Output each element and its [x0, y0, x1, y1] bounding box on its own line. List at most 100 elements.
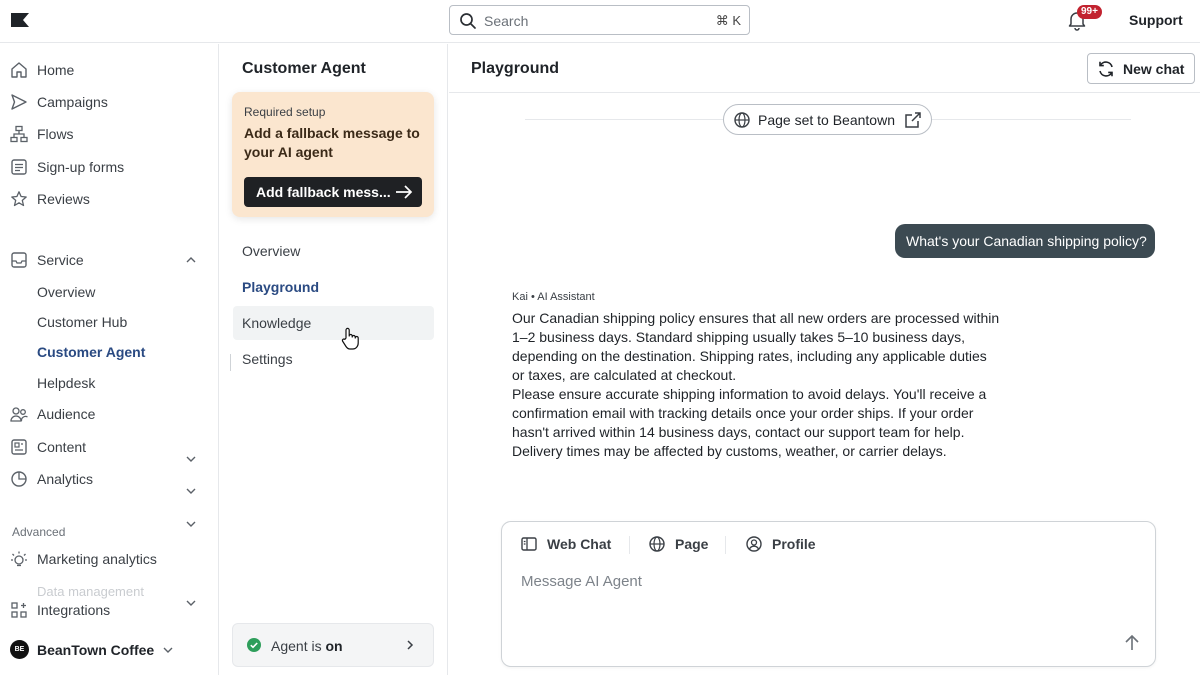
composer-tab-profile[interactable]: Profile [745, 535, 816, 553]
star-icon [11, 191, 27, 207]
hand-cursor-icon [341, 327, 359, 350]
brand-flag-icon[interactable] [10, 12, 30, 28]
sidebar-item-flows[interactable]: Flows [10, 122, 74, 146]
tab-overview[interactable]: Overview [242, 243, 300, 259]
tab-playground[interactable]: Playground [242, 279, 319, 295]
assistant-paragraph: Our Canadian shipping policy ensures tha… [512, 310, 1000, 383]
message-composer: Web Chat Page Profile Message AI Agent [501, 521, 1156, 667]
tab-knowledge[interactable]: Knowledge [242, 315, 311, 331]
notifications-badge: 99+ [1077, 5, 1102, 19]
globe-icon [649, 536, 665, 552]
page-set-pill[interactable]: Page set to Beantown [723, 104, 932, 135]
audience-icon [10, 407, 28, 422]
sidebar-item-service[interactable]: Service [10, 248, 84, 272]
composer-tab-label: Profile [772, 536, 816, 552]
composer-tab-label: Page [675, 536, 709, 552]
sidebar-subitem-helpdesk[interactable]: Helpdesk [37, 375, 95, 391]
sidebar-item-home[interactable]: Home [10, 58, 74, 82]
sidebar-item-label: Analytics [37, 471, 94, 487]
required-setup-card: Required setup Add a fallback message to… [232, 92, 434, 217]
composer-tab-label: Web Chat [547, 536, 612, 552]
send-arrow-up-icon[interactable] [1123, 634, 1141, 652]
sidebar-item-signup-forms[interactable]: Sign-up forms [10, 155, 124, 179]
message-input[interactable]: Message AI Agent [521, 573, 642, 590]
new-chat-label: New chat [1123, 61, 1185, 77]
sidebar-item-integrations[interactable]: Integrations [10, 598, 110, 622]
support-link[interactable]: Support [1129, 12, 1183, 28]
sidebar-item-analytics[interactable]: Analytics [10, 467, 93, 491]
user-message-bubble: What's your Canadian shipping policy? [895, 224, 1155, 258]
chevron-down-icon[interactable] [185, 485, 197, 497]
inbox-icon [11, 252, 27, 268]
chevron-down-icon[interactable] [185, 518, 197, 530]
composer-tab-divider [629, 536, 630, 554]
content-icon [11, 439, 27, 455]
header-divider [449, 92, 1200, 93]
sidebar-item-label: Sign-up forms [37, 159, 125, 175]
sidebar-subitem-overview[interactable]: Overview [37, 284, 95, 300]
pie-chart-icon [11, 471, 27, 487]
composer-tab-page[interactable]: Page [648, 535, 708, 553]
form-icon [11, 159, 27, 175]
sidebar-item-label: Reviews [37, 191, 90, 207]
integrations-icon [11, 602, 27, 618]
flows-icon [10, 125, 28, 143]
refresh-icon [1099, 61, 1113, 77]
sidebar-item-label: Marketing analytics [37, 551, 157, 567]
agent-status-bar[interactable]: Agent is on [232, 623, 434, 667]
sidebar-item-label: Flows [37, 126, 74, 142]
sidebar-item-data-management[interactable]: Data management [37, 584, 144, 599]
search-shortcut: ⌘ K [715, 13, 741, 28]
sidebar-item-content[interactable]: Content [10, 435, 86, 459]
chevron-up-icon[interactable] [185, 254, 197, 266]
arrow-right-icon [396, 185, 413, 199]
sidebar-subitem-customer-agent[interactable]: Customer Agent [37, 344, 145, 360]
assistant-meta: Kai • AI Assistant [512, 291, 595, 303]
chevron-right-icon [407, 640, 414, 650]
chevron-down-icon[interactable] [185, 453, 197, 465]
agent-panel: Customer Agent Required setup Add a fall… [220, 44, 448, 675]
assistant-paragraph: Please ensure accurate shipping informat… [512, 386, 987, 459]
bulb-icon [11, 551, 27, 567]
sidebar-section-advanced: Advanced [12, 525, 66, 539]
tab-settings[interactable]: Settings [242, 351, 293, 367]
setup-card-title: Add a fallback message to your AI agent [244, 125, 420, 160]
chevron-down-icon[interactable] [185, 597, 197, 609]
agent-status-prefix: Agent is [271, 638, 326, 654]
page-title: Playground [471, 60, 560, 77]
agent-status-state: on [325, 638, 343, 654]
top-bar: Search ⌘ K 99+ Support [0, 0, 1200, 43]
sidebar-item-label: Service [37, 252, 84, 268]
web-chat-icon [521, 537, 537, 551]
send-icon [11, 94, 27, 110]
agent-panel-title: Customer Agent [242, 60, 366, 77]
sidebar-item-label: Audience [37, 406, 96, 422]
account-switcher[interactable]: BE BeanTown Coffee [10, 640, 174, 659]
globe-icon [734, 112, 750, 128]
sidebar-item-label: Home [37, 62, 75, 78]
home-icon [11, 62, 27, 78]
new-chat-button[interactable]: New chat [1087, 53, 1195, 84]
setup-card-kicker: Required setup [244, 105, 326, 119]
composer-tab-web-chat[interactable]: Web Chat [520, 535, 611, 553]
account-avatar: BE [10, 640, 29, 659]
chevron-down-icon [163, 647, 173, 653]
sidebar-item-marketing-analytics[interactable]: Marketing analytics [10, 547, 157, 571]
sidebar: Home Campaigns Flows Sign-up forms Revie… [0, 44, 219, 675]
search-bar[interactable]: Search ⌘ K [449, 5, 750, 35]
agent-status-text: Agent is on [271, 638, 343, 654]
composer-tab-divider [725, 536, 726, 554]
account-name: BeanTown Coffee [37, 641, 155, 658]
sidebar-item-audience[interactable]: Audience [10, 402, 95, 426]
search-icon [459, 12, 477, 30]
sidebar-item-reviews[interactable]: Reviews [10, 187, 90, 211]
assistant-message: Our Canadian shipping policy ensures tha… [512, 309, 1002, 461]
external-link-icon [905, 112, 921, 128]
sidebar-subitem-customer-hub[interactable]: Customer Hub [37, 314, 127, 330]
add-fallback-button[interactable]: Add fallback mess... [244, 177, 422, 207]
add-fallback-label: Add fallback mess... [256, 184, 391, 200]
sidebar-item-label: Content [37, 439, 87, 455]
sidebar-item-label: Campaigns [37, 94, 108, 110]
sidebar-item-campaigns[interactable]: Campaigns [10, 90, 108, 114]
sidebar-item-label: Integrations [37, 602, 111, 618]
